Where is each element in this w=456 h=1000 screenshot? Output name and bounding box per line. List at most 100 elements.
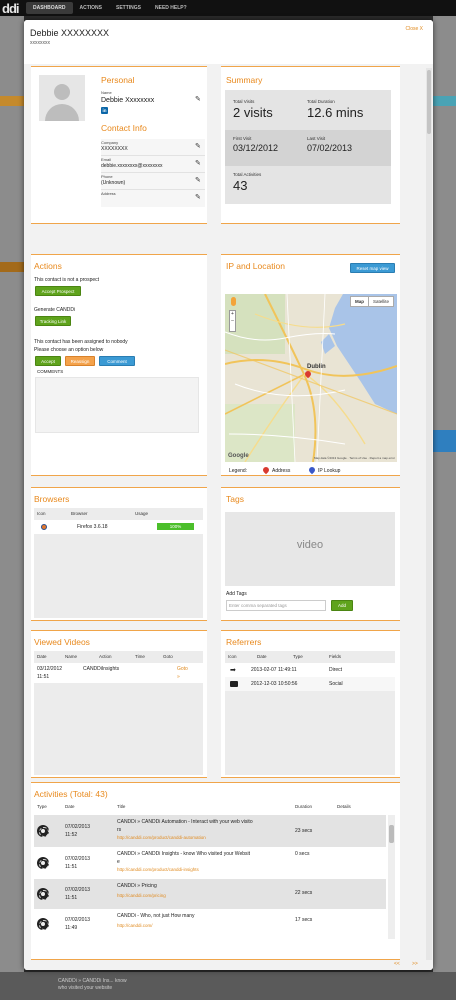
first-visit-value: 03/12/2012 bbox=[233, 143, 279, 153]
referrer-date: 2012-12-03 10:50:56 bbox=[251, 681, 298, 687]
social-chat-icon bbox=[230, 681, 238, 687]
column-header: Date bbox=[257, 654, 267, 659]
usage-bar-track: 100% bbox=[157, 523, 194, 530]
reassign-button[interactable]: Reassign bbox=[65, 356, 95, 366]
app-logo[interactable]: ddi bbox=[0, 1, 26, 16]
tracking-link-button[interactable]: Tracking Link bbox=[35, 316, 71, 326]
linkedin-icon[interactable]: in bbox=[101, 107, 108, 114]
activity-time: 11:52 bbox=[65, 832, 78, 838]
modal-scrollbar[interactable] bbox=[426, 68, 432, 960]
total-duration-cell: Total Duration 12.6 mins bbox=[299, 90, 391, 130]
nav-dashboard[interactable]: DASHBOARD bbox=[26, 2, 73, 14]
choose-option-text: Please choose an option below bbox=[34, 347, 104, 353]
page-view-icon bbox=[37, 888, 49, 900]
modal-subtitle: xxxxxxxx bbox=[30, 40, 50, 46]
column-header: Name bbox=[65, 654, 78, 659]
browser-name: Firefox 3.6.18 bbox=[77, 524, 108, 530]
activity-url[interactable]: http://canddi.com/product/canddi-automat… bbox=[117, 835, 206, 840]
activity-url[interactable]: http://canddi.com/pricing bbox=[117, 893, 166, 898]
table-row bbox=[34, 909, 386, 939]
viewed-videos-panel: Viewed Videos Date Name Action Time Goto… bbox=[31, 630, 207, 778]
total-activities-label: Total Activities bbox=[233, 172, 262, 177]
avatar bbox=[39, 75, 85, 121]
activity-url[interactable]: http://canddi.com/ bbox=[117, 923, 153, 928]
ip-location-title: IP and Location bbox=[226, 261, 285, 271]
activity-title: CANDDi » CANDDi Insights - know Who visi… bbox=[117, 851, 251, 857]
nav-actions[interactable]: ACTIONS bbox=[73, 2, 110, 14]
prospect-status-text: This contact is not a prospect bbox=[34, 277, 100, 283]
email-label: Email bbox=[101, 157, 112, 162]
referrer-fields: Direct bbox=[329, 667, 343, 673]
phone-value: (Unknown) bbox=[101, 180, 126, 186]
activity-date: 07/02/2013 bbox=[65, 887, 91, 893]
avatar-head bbox=[54, 84, 70, 100]
background-footer-text: CANDDi » CANDDi Ins... know who visited … bbox=[58, 978, 127, 991]
modal-body: Personal Name Debbie Xxxxxxxx ✎ in Conta… bbox=[24, 64, 433, 970]
street-view-pegman-icon[interactable] bbox=[231, 297, 236, 306]
accept-button[interactable]: Accept bbox=[35, 356, 61, 366]
edit-company-icon[interactable]: ✎ bbox=[195, 142, 201, 150]
edit-address-icon[interactable]: ✎ bbox=[195, 193, 201, 201]
page-view-icon bbox=[37, 857, 49, 869]
location-map[interactable]: Map Satellite + – Dublin Google Map data … bbox=[225, 294, 397, 462]
modal-header: Debbie XXXXXXXX xxxxxxxx Close X bbox=[24, 20, 433, 64]
map-tab[interactable]: Map bbox=[351, 297, 369, 306]
activity-duration: 23 secs bbox=[295, 828, 313, 834]
accept-prospect-button[interactable]: Accept Prospect bbox=[35, 286, 81, 296]
modal-scroll-thumb[interactable] bbox=[427, 70, 431, 134]
activity-url[interactable]: http://canddi.com/product/canddi-insight… bbox=[117, 867, 199, 872]
comment-button[interactable]: Comment bbox=[99, 356, 135, 366]
satellite-tab[interactable]: Satellite bbox=[369, 297, 393, 306]
prev-page-button[interactable]: << bbox=[394, 961, 400, 967]
actions-panel: Actions This contact is not a prospect A… bbox=[31, 254, 207, 476]
edit-phone-icon[interactable]: ✎ bbox=[195, 176, 201, 184]
column-header: Date bbox=[65, 804, 75, 809]
company-value: XXXXXXXX bbox=[101, 146, 128, 152]
column-header: Icon bbox=[228, 654, 237, 659]
edit-email-icon[interactable]: ✎ bbox=[195, 159, 201, 167]
address-legend-icon bbox=[261, 465, 271, 475]
page-view-icon bbox=[37, 825, 49, 837]
total-activities-cell: Total Activities 43 bbox=[225, 166, 299, 204]
activity-title: CANDDi » Pricing bbox=[117, 883, 157, 889]
contact-info-box: Company XXXXXXXX Email debbie.xxxxxxxx@x… bbox=[101, 139, 205, 207]
referrers-panel: Referrers Icon Date Type Fields ➡ 2013-0… bbox=[221, 630, 400, 778]
avatar-body bbox=[45, 104, 79, 121]
video-goto-link[interactable]: Goto bbox=[177, 666, 188, 672]
background-row bbox=[433, 96, 456, 106]
activity-duration: 0 secs bbox=[295, 851, 310, 857]
add-tag-button[interactable]: Add bbox=[331, 600, 353, 611]
activities-scroll-thumb[interactable] bbox=[389, 825, 394, 843]
map-type-toggle: Map Satellite bbox=[349, 296, 394, 307]
activities-title: Activities (Total: 43) bbox=[34, 789, 108, 799]
first-visit-cell: First Visit 03/12/2012 bbox=[225, 130, 299, 166]
map-zoom-control[interactable]: + – bbox=[229, 310, 236, 332]
map-canvas bbox=[225, 294, 397, 462]
nav-need-help[interactable]: NEED HELP? bbox=[148, 2, 194, 14]
referrers-title: Referrers bbox=[226, 637, 262, 647]
comments-textarea[interactable] bbox=[35, 377, 199, 433]
ip-lookup-legend-icon bbox=[307, 465, 317, 475]
referrer-date: 2013-02-07 11:49:11 bbox=[251, 667, 297, 673]
column-header: Goto bbox=[163, 654, 173, 659]
close-button[interactable]: Close X bbox=[405, 26, 423, 32]
column-header: Icon bbox=[37, 511, 46, 516]
actions-title: Actions bbox=[34, 261, 62, 271]
tags-title: Tags bbox=[226, 494, 244, 504]
total-visits-label: Total Visits bbox=[233, 99, 255, 104]
video-goto-arrow[interactable]: » bbox=[177, 674, 180, 680]
legend-ip-lookup: IP Lookup bbox=[318, 468, 341, 474]
referrer-fields: Social bbox=[329, 681, 343, 687]
divider bbox=[101, 172, 205, 173]
next-page-button[interactable]: >> bbox=[412, 961, 418, 967]
empty-summary-cell bbox=[299, 166, 391, 204]
reset-map-button[interactable]: Reset map view bbox=[350, 263, 395, 273]
activities-scrollbar[interactable] bbox=[388, 815, 395, 939]
viewed-videos-title: Viewed Videos bbox=[34, 637, 90, 647]
tags-input[interactable]: Enter comma separated tags bbox=[226, 600, 326, 611]
browsers-panel: Browsers Icon Browser Usage Firefox 3.6.… bbox=[31, 487, 207, 621]
edit-name-icon[interactable]: ✎ bbox=[195, 95, 201, 103]
activity-title: CANDDi » CANDDi Automation - Interact wi… bbox=[117, 819, 253, 825]
column-header: Title bbox=[117, 804, 126, 809]
nav-settings[interactable]: SETTINGS bbox=[109, 2, 148, 14]
